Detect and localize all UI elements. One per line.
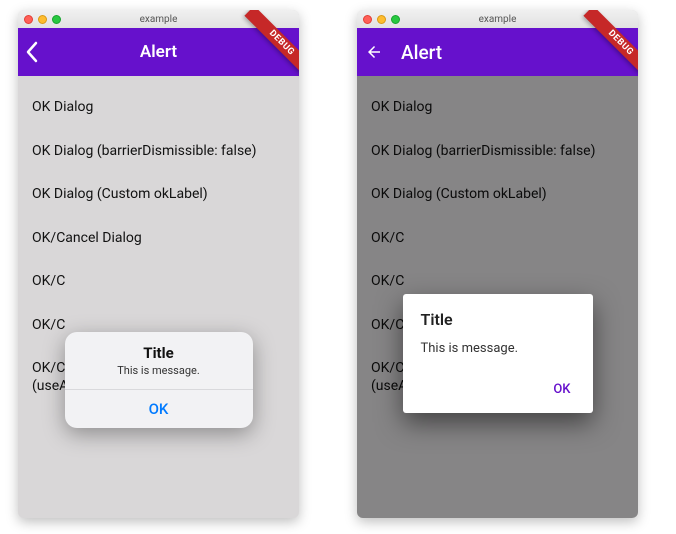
list-item[interactable]: OK/C [18,260,299,304]
page-title: Alert [140,42,177,62]
list-item[interactable]: OK Dialog (barrierDismissible: false) [18,130,299,174]
android-screen: example Alert DEBUG OK Dialog OK Dialog … [357,10,638,518]
dialog-message: This is message. [421,341,575,356]
minimize-dot-icon[interactable] [38,15,47,24]
screen-content: OK Dialog OK Dialog (barrierDismissible:… [18,76,299,518]
close-dot-icon[interactable] [363,15,372,24]
chevron-left-icon [24,41,38,63]
ok-button[interactable]: OK [549,376,574,403]
back-button[interactable] [365,43,383,61]
app-bar: Alert DEBUG [18,28,299,76]
app-bar: Alert DEBUG [357,28,638,76]
list-item[interactable]: OK Dialog (Custom okLabel) [18,173,299,217]
dialog-title: Title [65,332,253,362]
minimize-dot-icon[interactable] [377,15,386,24]
list-item[interactable]: OK Dialog [18,86,299,130]
zoom-dot-icon[interactable] [52,15,61,24]
traffic-lights [363,15,400,24]
dialog-actions: OK [421,376,575,403]
dialog-message: This is message. [65,362,253,389]
list-item[interactable]: OK/Cancel Dialog [18,217,299,261]
alert-dialog-material: Title This is message. OK [403,294,593,413]
dialog-title: Title [421,310,575,329]
zoom-dot-icon[interactable] [391,15,400,24]
traffic-lights [24,15,61,24]
arrow-back-icon [365,43,383,61]
alert-dialog-cupertino: Title This is message. OK [65,332,253,428]
close-dot-icon[interactable] [24,15,33,24]
back-button[interactable] [24,28,38,76]
ios-screen: example Alert DEBUG OK Dialog OK Dialog … [18,10,299,518]
screen-content: OK Dialog OK Dialog (barrierDismissible:… [357,76,638,518]
page-title: Alert [401,41,442,64]
ok-button[interactable]: OK [65,390,253,428]
